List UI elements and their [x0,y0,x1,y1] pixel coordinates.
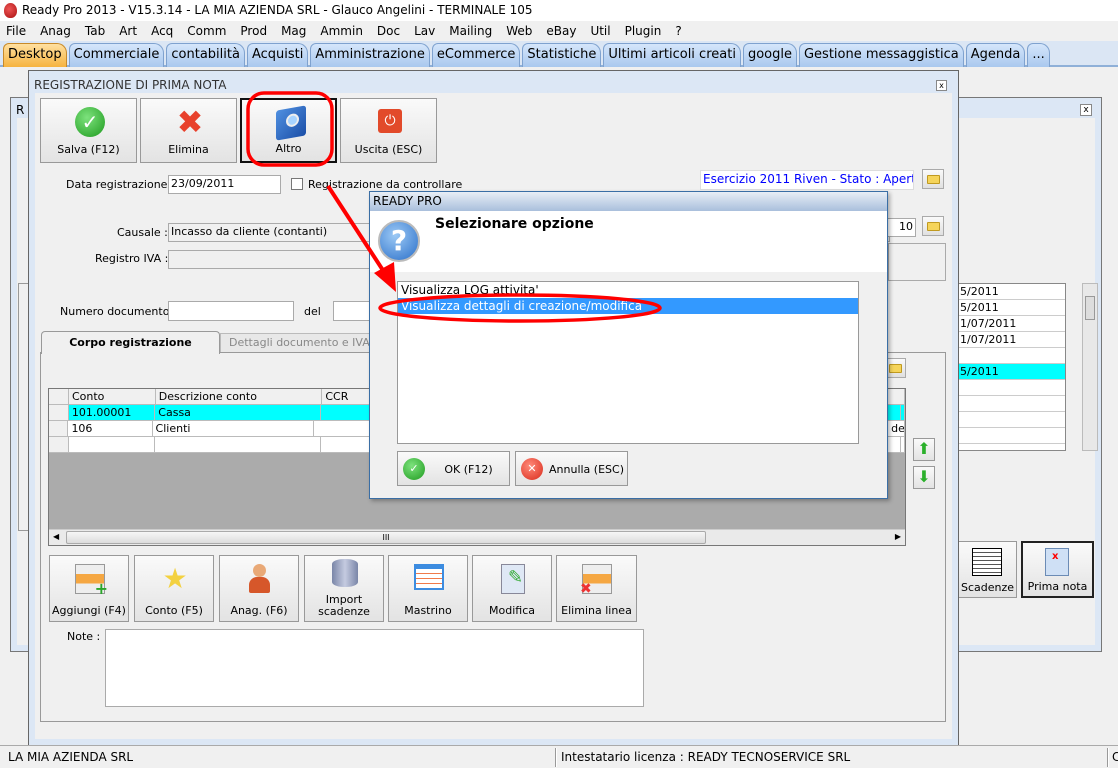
annotation-arrowhead [374,262,396,292]
annotation-highlight-altro [246,91,334,167]
annotation-overlay [246,91,662,323]
annotation-arrow [326,184,390,280]
annotation-highlight-option [378,293,662,323]
